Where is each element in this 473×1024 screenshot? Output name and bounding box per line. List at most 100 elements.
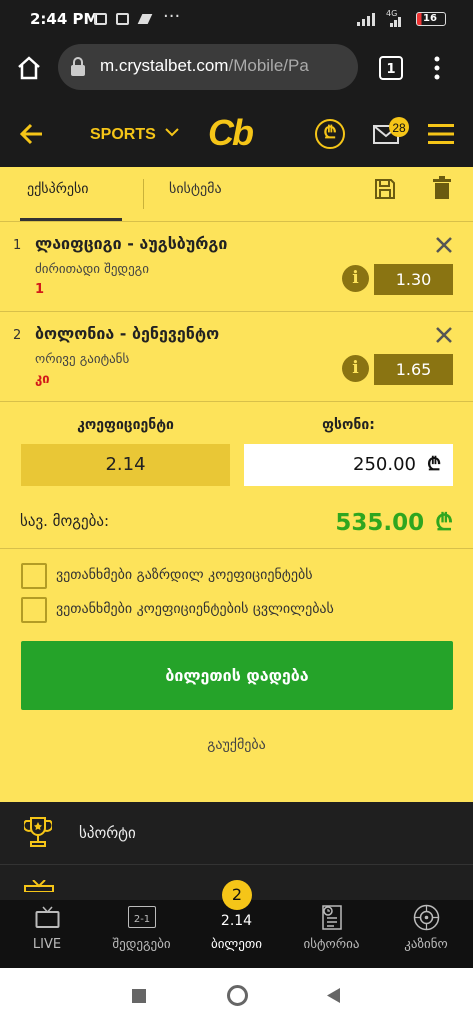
brand-logo[interactable]: Cb <box>208 112 254 154</box>
divider <box>0 548 473 549</box>
checkbox-label: ვეთანხმები გაზრდილ კოეფიციენტებს <box>56 567 313 583</box>
app-header: SPORTS Cb ₾ 28 <box>0 100 473 167</box>
remove-bet-icon[interactable] <box>435 326 453 344</box>
bet-match: ბოლონია - ბენევენტო <box>35 324 220 343</box>
nav-casino[interactable]: კაზინო <box>379 900 473 968</box>
mail-badge: 28 <box>389 117 409 137</box>
bet-market: ძირითადი შედეგი <box>35 262 149 277</box>
back-arrow-icon[interactable] <box>20 123 44 145</box>
coef-label: კოეფიციენტი <box>77 417 174 433</box>
bet-item: 2 ბოლონია - ბენევენტო ორივე გაიტანს კი i… <box>0 312 473 401</box>
tab-switcher-button[interactable]: 1 <box>379 56 403 80</box>
info-icon[interactable]: i <box>342 265 369 292</box>
nav-results[interactable]: 2-1 შედეგები <box>94 900 189 968</box>
ticket-count-badge: 2 <box>222 880 252 910</box>
stake-value: 250.00 <box>353 454 417 475</box>
results-icon: 2-1 <box>128 906 156 928</box>
browser-toolbar: m.crystalbet.com/Mobile/Pa 1 <box>0 38 473 100</box>
checkbox-label: ვეთანხმები კოეფიციენტების ცვლილებას <box>56 601 334 617</box>
info-icon[interactable]: i <box>342 355 369 382</box>
home-button[interactable] <box>227 985 248 1006</box>
tv-icon <box>24 880 54 892</box>
divider <box>0 401 473 402</box>
trophy-icon <box>24 817 52 847</box>
tab-count: 1 <box>386 62 396 77</box>
bet-index: 2 <box>13 328 22 343</box>
status-bar: 2:44 PM ··· 4G 16 <box>0 0 473 38</box>
bet-slip: ექსპრესი სისტემა 1 ლაიფციგი - აუგსბურგი … <box>0 167 473 802</box>
remove-bet-icon[interactable] <box>435 236 453 254</box>
more-notifications: ··· <box>163 6 181 27</box>
notification-icon <box>94 13 107 25</box>
home-icon[interactable] <box>16 55 42 81</box>
tab-divider <box>143 179 144 209</box>
signal-icon-2 <box>390 17 401 27</box>
signal-icon <box>357 13 375 26</box>
nav-ticket-label: ბილეთი <box>210 937 263 952</box>
ticket-odds: 2.14 <box>220 913 253 929</box>
tab-express[interactable]: ექსპრესი <box>20 167 122 221</box>
mail-badge-count: 28 <box>392 121 406 135</box>
nav-results-label: შედეგები <box>112 937 171 952</box>
back-button[interactable] <box>326 987 341 1004</box>
hamburger-menu-icon[interactable] <box>428 123 454 145</box>
history-icon <box>322 905 342 930</box>
odds-value: 1.30 <box>395 270 432 289</box>
bottom-nav: LIVE 2-1 შედეგები 2 2.14 ბილეთი ისტორია … <box>0 880 473 968</box>
cancel-link[interactable]: გაუქმება <box>0 737 473 753</box>
url-host: m.crystalbet.com <box>100 56 229 75</box>
results-icon-text: 2-1 <box>133 914 151 925</box>
bet-selection: 1 <box>35 282 45 297</box>
tv-icon <box>35 906 60 928</box>
sidebar-item-label: სპორტი <box>79 824 136 842</box>
nav-live[interactable]: LIVE <box>0 900 94 968</box>
notification-icon-2 <box>116 13 129 25</box>
coef-box: 2.14 <box>21 444 230 486</box>
divider <box>0 864 473 865</box>
coef-value: 2.14 <box>105 454 146 475</box>
currency-lari-icon[interactable]: ₾ <box>315 119 345 149</box>
sports-label: SPORTS <box>90 126 156 143</box>
sidebar-item-sport[interactable]: სპორტი <box>0 802 473 864</box>
battery-icon: 16 <box>416 12 446 26</box>
more-vert-icon[interactable] <box>432 55 442 81</box>
place-bet-label: ბილეთის დადება <box>165 666 309 685</box>
checkbox-increased-odds[interactable] <box>21 563 47 589</box>
total-win-label: სავ. მოგება: <box>20 512 110 530</box>
nav-history[interactable]: ისტორია <box>284 900 379 968</box>
recents-button[interactable] <box>132 989 146 1003</box>
battery-level: 16 <box>423 13 437 24</box>
checkbox-odds-change[interactable] <box>21 597 47 623</box>
trash-icon[interactable] <box>432 176 452 200</box>
tab-express-label: ექსპრესი <box>27 181 89 197</box>
url-text: m.crystalbet.com/Mobile/Pa <box>100 56 309 76</box>
lock-icon <box>71 57 85 76</box>
odds-button[interactable]: 1.65 <box>374 354 453 385</box>
system-nav-bar <box>0 968 473 1024</box>
status-time: 2:44 PM <box>30 10 99 28</box>
nav-casino-label: კაზინო <box>404 937 448 952</box>
bet-index: 1 <box>13 238 22 253</box>
place-bet-button[interactable]: ბილეთის დადება <box>21 641 453 710</box>
sports-dropdown[interactable]: SPORTS <box>90 124 179 146</box>
stake-label: ფსონი: <box>322 417 375 433</box>
odds-value: 1.65 <box>395 360 432 379</box>
odds-button[interactable]: 1.30 <box>374 264 453 295</box>
save-icon[interactable] <box>374 178 396 200</box>
chevron-down-icon <box>165 128 179 137</box>
bet-market: ორივე გაიტანს <box>35 352 130 367</box>
total-win: 535.00 ₾ <box>250 505 453 537</box>
nav-live-label: LIVE <box>32 937 62 952</box>
roulette-icon <box>413 904 440 931</box>
address-bar[interactable]: m.crystalbet.com/Mobile/Pa <box>58 44 358 90</box>
stake-input[interactable]: 250.00 ₾ <box>244 444 453 486</box>
total-win-value: 535.00 <box>335 510 425 536</box>
ticket-count: 2 <box>231 885 243 904</box>
url-path: /Mobile/Pa <box>228 56 309 75</box>
nav-ticket[interactable]: 2 2.14 ბილეთი <box>189 880 284 968</box>
nav-history-label: ისტორია <box>303 937 360 952</box>
notification-icon-3 <box>137 14 153 24</box>
bet-selection: კი <box>35 372 50 387</box>
bet-item: 1 ლაიფციგი - აუგსბურგი ძირითადი შედეგი 1… <box>0 222 473 311</box>
tab-system[interactable]: სისტემა <box>167 167 257 221</box>
